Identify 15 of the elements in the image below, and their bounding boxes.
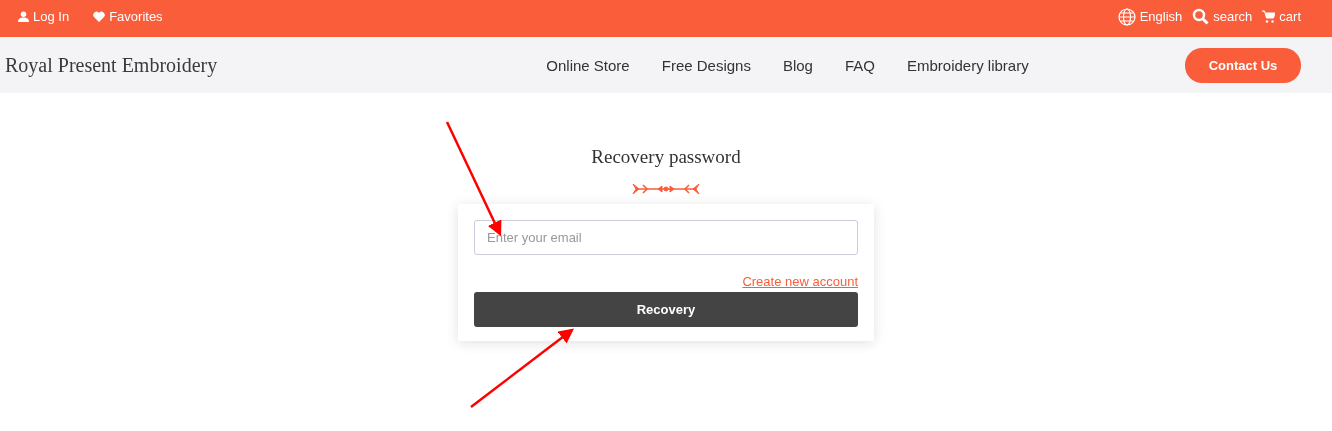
user-icon [18, 11, 29, 22]
email-field[interactable]: Enter your email [474, 220, 858, 255]
ornament-icon [631, 182, 701, 196]
nav-link[interactable]: Embroidery library [906, 56, 1029, 74]
nav-link[interactable]: Online Store [546, 56, 630, 74]
nav-link[interactable]: Free Designs [661, 56, 751, 74]
search-icon [1192, 8, 1210, 25]
heart-icon [93, 11, 106, 22]
globe-icon [1117, 7, 1136, 26]
cart-icon [1262, 10, 1276, 23]
recovery-button[interactable]: Recovery [474, 292, 858, 327]
nav-link[interactable]: Blog [782, 56, 813, 74]
page-title: Recovery password [591, 146, 741, 168]
brand-name[interactable]: Royal Present Embroidery [5, 53, 405, 77]
nav-link[interactable]: FAQ [844, 56, 875, 74]
